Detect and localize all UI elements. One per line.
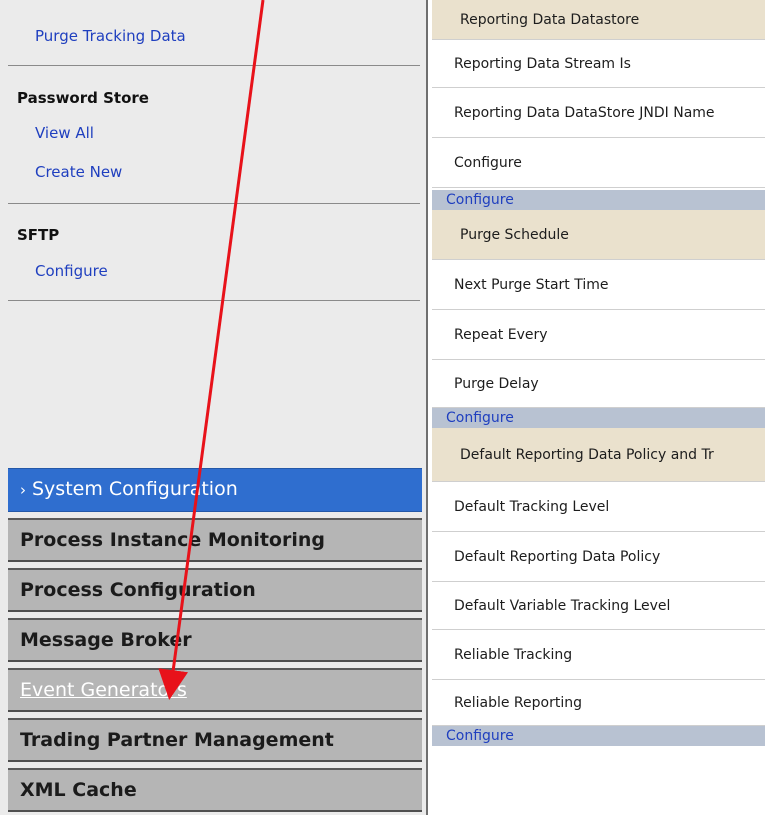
table-row: Reporting Data Stream Is <box>432 40 765 88</box>
table-row: Default Tracking Level <box>432 482 765 532</box>
nav-label: Event Generators <box>20 679 187 701</box>
table-row: Reliable Tracking <box>432 630 765 680</box>
table-row: Next Purge Start Time <box>432 260 765 310</box>
table-row: Default Reporting Data Policy <box>432 532 765 582</box>
purge-tracking-data-link[interactable]: Purge Tracking Data <box>35 27 186 45</box>
view-all-link[interactable]: View All <box>35 124 94 142</box>
divider <box>8 300 420 301</box>
nav-label: Trading Partner Management <box>20 729 334 751</box>
nav-label: Message Broker <box>20 629 192 651</box>
nav-label: XML Cache <box>20 779 137 801</box>
section-header-default-reporting-policy: Default Reporting Data Policy and Tr <box>432 428 765 482</box>
table-row: Reporting Data DataStore JNDI Name <box>432 88 765 138</box>
section-header-purge-schedule: Purge Schedule <box>432 210 765 260</box>
configure-link[interactable]: Configure <box>432 726 765 746</box>
nav-trading-partner-management[interactable]: Trading Partner Management <box>8 718 422 762</box>
nav-system-configuration[interactable]: › System Configuration <box>8 468 422 512</box>
table-row: Default Variable Tracking Level <box>432 582 765 630</box>
nav-process-configuration[interactable]: Process Configuration <box>8 568 422 612</box>
nav-label: Process Configuration <box>20 579 256 601</box>
sftp-title: SFTP <box>17 226 60 244</box>
table-row: Repeat Every <box>432 310 765 360</box>
nav-event-generators[interactable]: Event Generators <box>8 668 422 712</box>
divider <box>8 203 420 204</box>
nav-process-instance-monitoring[interactable]: Process Instance Monitoring <box>8 518 422 562</box>
table-row: Purge Delay <box>432 360 765 408</box>
configure-link[interactable]: Configure <box>432 408 765 428</box>
left-navigation-panel: Purge Tracking Data Password Store View … <box>0 0 428 815</box>
nav-message-broker[interactable]: Message Broker <box>8 618 422 662</box>
password-store-title: Password Store <box>17 89 149 107</box>
table-row: Reliable Reporting <box>432 680 765 726</box>
settings-table-panel: Reporting Data Datastore Reporting Data … <box>432 0 765 815</box>
sftp-configure-link[interactable]: Configure <box>35 262 108 280</box>
nav-label: Process Instance Monitoring <box>20 529 325 551</box>
nav-xml-cache[interactable]: XML Cache <box>8 768 422 812</box>
configure-link[interactable]: Configure <box>432 190 765 210</box>
section-header-reporting-datastore: Reporting Data Datastore <box>432 0 765 40</box>
table-row: Configure <box>432 138 765 188</box>
chevron-right-icon: › <box>20 481 26 499</box>
create-new-link[interactable]: Create New <box>35 163 122 181</box>
nav-label: System Configuration <box>32 478 238 500</box>
divider <box>8 65 420 66</box>
